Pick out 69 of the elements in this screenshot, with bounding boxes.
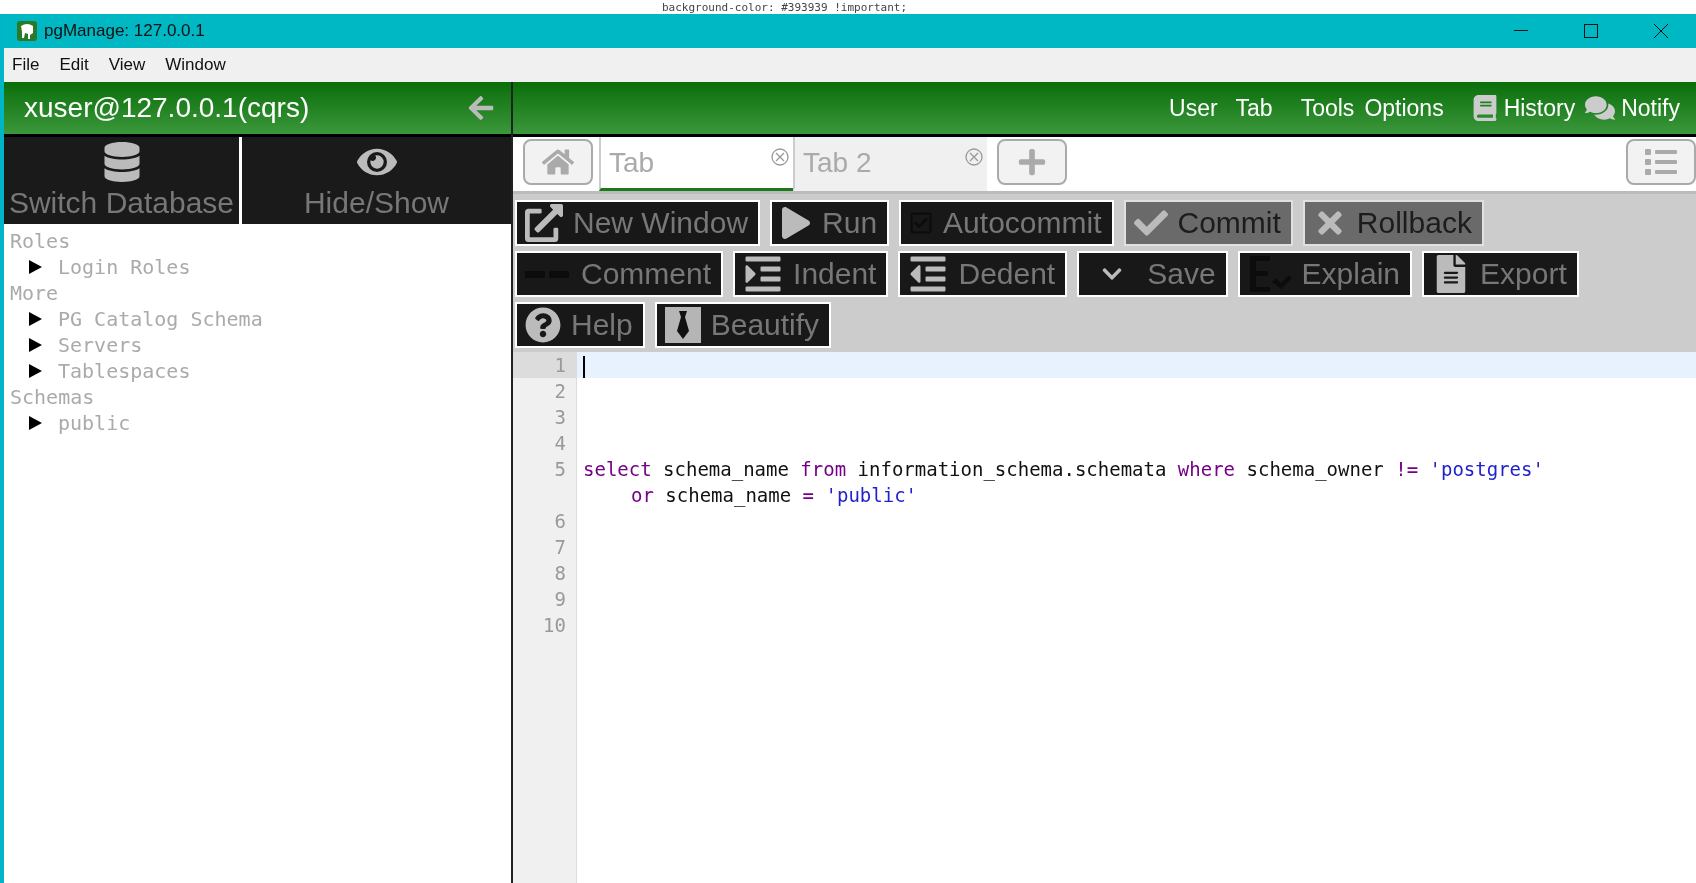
toolbar-button[interactable]: Comment bbox=[515, 251, 724, 297]
app-logo-icon bbox=[16, 20, 38, 42]
toolbar-button[interactable]: New Window bbox=[515, 200, 761, 246]
tree-group-label[interactable]: More bbox=[10, 280, 505, 306]
header-link[interactable]: User bbox=[1169, 94, 1218, 122]
toolbar-button[interactable]: Indent bbox=[733, 251, 889, 297]
line-number: 9 bbox=[553, 587, 567, 612]
code-line: or schema_name = 'public' bbox=[631, 483, 917, 508]
collapsed-icon[interactable] bbox=[28, 259, 42, 275]
tree-group-label[interactable]: Schemas bbox=[10, 384, 505, 410]
toolbar-button[interactable]: Run bbox=[770, 200, 890, 246]
tree-item[interactable]: public bbox=[58, 411, 131, 435]
header-link[interactable]: Notify bbox=[1585, 93, 1680, 123]
toolbar-button[interactable]: Autocommit bbox=[899, 200, 1114, 246]
background-window-text: background-color: #393939 !important; bbox=[662, 0, 908, 14]
collapsed-icon[interactable] bbox=[28, 337, 42, 353]
menu-item[interactable]: Window bbox=[165, 55, 226, 75]
tree-item[interactable]: Servers bbox=[58, 333, 143, 357]
collapsed-icon[interactable] bbox=[28, 311, 42, 327]
minimize-icon[interactable] bbox=[1514, 30, 1528, 32]
line-number: 2 bbox=[553, 379, 567, 404]
external-link-icon bbox=[525, 204, 563, 242]
tab[interactable]: Tab 2 bbox=[793, 137, 987, 191]
line-number: 8 bbox=[553, 561, 567, 586]
header-link[interactable]: History bbox=[1471, 94, 1576, 122]
arrow-left-icon[interactable] bbox=[467, 94, 495, 122]
book-icon bbox=[1471, 95, 1498, 121]
connection-label: xuser@127.0.0.1(cqrs) bbox=[24, 92, 311, 124]
line-number: 3 bbox=[553, 405, 567, 430]
maximize-icon[interactable] bbox=[1584, 24, 1598, 38]
tree-item[interactable]: PG Catalog Schema bbox=[58, 307, 263, 331]
toolbar-button[interactable]: Export bbox=[1422, 251, 1579, 297]
collapsed-icon[interactable] bbox=[28, 363, 42, 379]
plus-icon bbox=[1017, 147, 1047, 177]
tie-icon bbox=[664, 307, 701, 343]
help-icon bbox=[525, 307, 561, 343]
line-number: 1 bbox=[513, 352, 576, 378]
collapsed-icon[interactable] bbox=[28, 415, 42, 431]
dedent-icon bbox=[908, 254, 949, 294]
play-icon bbox=[780, 207, 813, 239]
tree-group-label[interactable]: Roles bbox=[10, 228, 505, 254]
sidebar-button[interactable]: Hide/Show bbox=[242, 137, 511, 224]
menu-item[interactable]: View bbox=[108, 55, 146, 75]
sidebar-button[interactable]: Switch Database bbox=[4, 137, 239, 224]
tree-item[interactable]: Login Roles bbox=[58, 255, 191, 279]
line-number: 6 bbox=[553, 509, 567, 534]
indent-icon bbox=[743, 254, 784, 294]
code-line: select schema_name from information_schema.schemata where schema_owner != 'postgres' bbox=[583, 457, 1544, 482]
window-title: pgManage: 127.0.0.1 bbox=[44, 21, 206, 41]
chat-icon bbox=[1585, 93, 1616, 123]
line-number: 7 bbox=[553, 535, 567, 560]
toolbar-button[interactable]: Beautify bbox=[654, 302, 832, 348]
menu-item[interactable]: File bbox=[12, 55, 40, 75]
tab[interactable]: Tab bbox=[599, 137, 793, 191]
line-number: 5 bbox=[553, 457, 567, 482]
toolbar-button[interactable]: Help bbox=[515, 302, 645, 348]
close-icon[interactable] bbox=[1653, 23, 1669, 39]
header-link[interactable]: Tools bbox=[1300, 94, 1355, 122]
text-cursor bbox=[583, 355, 585, 378]
toolbar-button[interactable]: Explain bbox=[1237, 251, 1412, 297]
line-number: 10 bbox=[542, 613, 567, 638]
line-number: 4 bbox=[553, 431, 567, 456]
menu-item[interactable]: Edit bbox=[59, 55, 89, 75]
list-icon bbox=[1645, 146, 1677, 178]
toolbar-button[interactable]: Dedent bbox=[898, 251, 1068, 297]
header-link[interactable]: Tab bbox=[1235, 94, 1273, 122]
toolbar-button[interactable]: Save bbox=[1077, 251, 1228, 297]
header-link[interactable]: Options bbox=[1364, 94, 1444, 122]
tree-item[interactable]: Tablespaces bbox=[58, 359, 191, 383]
